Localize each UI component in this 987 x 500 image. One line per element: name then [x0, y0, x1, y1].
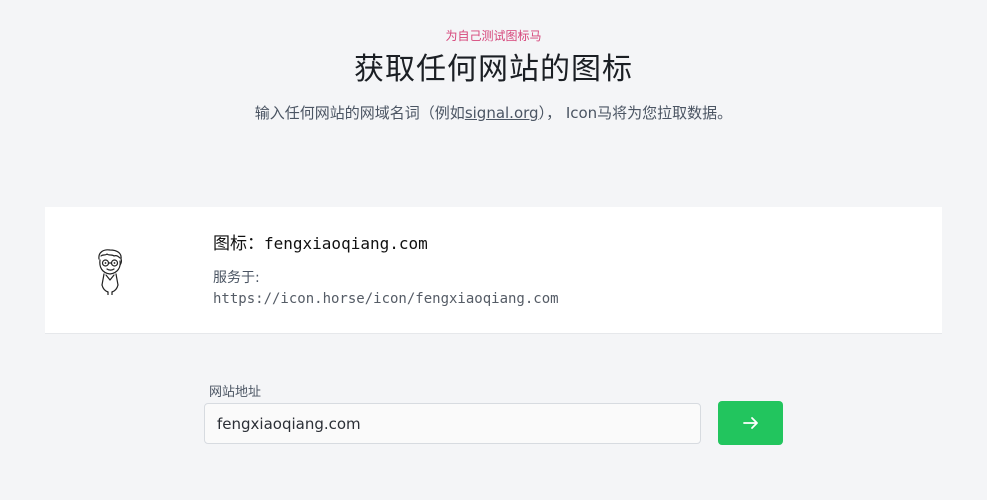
- result-title: 图标：fengxiaoqiang.com: [213, 229, 428, 254]
- served-by-label: 服务于:: [213, 270, 260, 286]
- site-favicon-avatar: [98, 249, 123, 295]
- page-subtitle: 输入任何网站的网域名词（例如signal.org）， Icon马将为您拉取数据。: [0, 102, 987, 123]
- website-address-input[interactable]: [204, 403, 701, 444]
- icon-label: 图标：: [213, 234, 264, 254]
- page-title: 获取任何网站的图标: [354, 52, 633, 87]
- example-link[interactable]: signal.org: [465, 104, 539, 122]
- subtitle-text-before: 输入任何网站的网域名词（例如: [254, 104, 465, 122]
- result-domain: fengxiaoqiang.com: [264, 234, 428, 253]
- eyebrow-text: 为自己测试图标马: [445, 29, 542, 43]
- submit-button[interactable]: [718, 401, 783, 445]
- subtitle-text-after: ）， Icon马将为您拉取数据。: [538, 104, 733, 122]
- arrow-right-icon: [742, 417, 758, 429]
- result-card: 图标：fengxiaoqiang.com 服务于: https://icon.h…: [45, 207, 942, 334]
- website-address-label: 网站地址: [209, 385, 262, 400]
- served-url: https://icon.horse/icon/fengxiaoqiang.co…: [213, 291, 559, 307]
